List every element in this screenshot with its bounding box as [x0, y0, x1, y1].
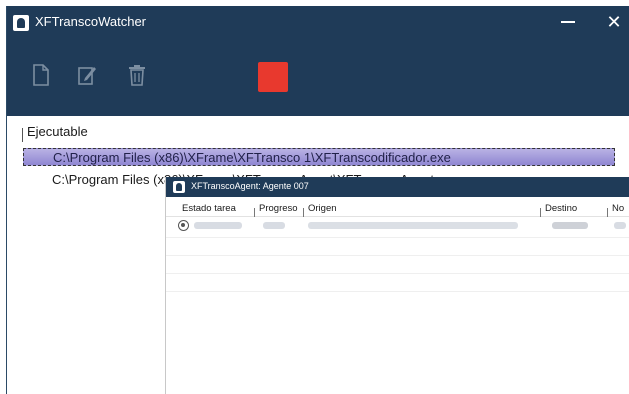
toolbar: [7, 38, 629, 116]
column-header-origen: Origen: [303, 203, 337, 217]
divider: [166, 291, 629, 292]
column-header-progreso: Progreso: [254, 203, 298, 217]
trash-icon[interactable]: [127, 64, 147, 86]
column-header-destino: Destino: [539, 203, 578, 217]
divider: [166, 237, 629, 238]
divider: [166, 255, 629, 256]
list-item[interactable]: C:\Program Files (x86)\XFrame\XFTransco …: [23, 148, 615, 166]
stop-button[interactable]: [258, 62, 288, 92]
column-header-estado: Estado tarea: [182, 203, 236, 214]
app-icon: [13, 15, 29, 31]
blurred-text: [308, 222, 518, 229]
table-row: [166, 218, 629, 234]
divider: [166, 273, 629, 274]
blurred-text: [263, 222, 285, 229]
agent-app-icon: [173, 181, 185, 193]
blurred-text: [552, 222, 588, 229]
column-header-ejecutable[interactable]: Ejecutable: [27, 124, 88, 139]
status-icon: [178, 220, 189, 231]
blurred-text: [614, 222, 626, 229]
main-window: XFTranscoWatcher ✕ Ejecutable C:\Program…: [6, 6, 629, 394]
edit-icon[interactable]: [77, 64, 97, 86]
minimize-button[interactable]: [546, 6, 590, 38]
agent-title-bar: XFTranscoAgent: Agente 007: [166, 177, 629, 197]
column-header-no: No: [606, 203, 625, 217]
agent-window-screenshot: XFTranscoAgent: Agente 007 Estado tarea …: [165, 177, 629, 394]
new-file-icon[interactable]: [31, 64, 51, 86]
close-button[interactable]: ✕: [592, 6, 629, 38]
agent-table-header: Estado tarea Progreso Origen Destino No: [166, 201, 629, 217]
title-bar[interactable]: XFTranscoWatcher ✕: [7, 6, 629, 38]
agent-window-title: XFTranscoAgent: Agente 007: [191, 181, 309, 191]
column-separator: [22, 128, 23, 142]
window-title: XFTranscoWatcher: [35, 14, 147, 29]
blurred-text: [194, 222, 242, 229]
